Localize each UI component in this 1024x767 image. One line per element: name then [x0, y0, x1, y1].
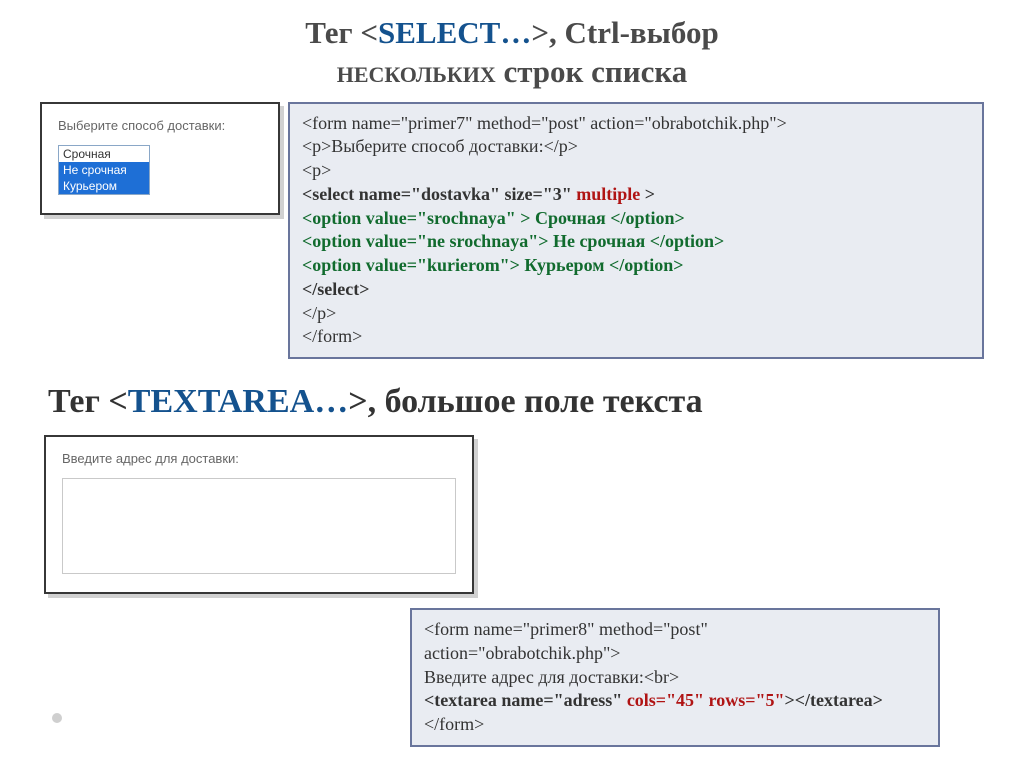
textarea-preview-label: Введите адрес для доставки: [62, 451, 456, 466]
title-text: Тег < [305, 15, 378, 50]
code-line: <form name="primer7" method="post" actio… [302, 112, 970, 136]
code-line: <p>Выберите способ доставки:</p> [302, 135, 970, 159]
code-line: <textarea name="adress" cols="45" rows="… [424, 689, 926, 713]
title-text: Тег < [48, 383, 128, 420]
select-option-selected[interactable]: Не срочная [59, 162, 149, 178]
code-line: </form> [424, 713, 926, 737]
code-line: <p> [302, 159, 970, 183]
code-line: </form> [302, 325, 970, 349]
code-line: <option value="srochnaya" > Срочная </op… [302, 207, 970, 231]
code-line: Введите адрес для доставки:<br> [424, 666, 926, 690]
select-preview-label: Выберите способ доставки: [58, 118, 262, 133]
select-preview-box: Выберите способ доставки: Срочная Не сро… [40, 102, 280, 215]
code-line: action="obrabotchik.php"> [424, 642, 926, 666]
bullet-icon [52, 713, 62, 723]
title-textarea-tag: TEXTAREA… [128, 383, 348, 420]
select-list[interactable]: Срочная Не срочная Курьером [58, 145, 150, 195]
title-text: строк списка [496, 54, 688, 89]
title-select-tag: SELECT… [378, 15, 531, 50]
code-line: <option value="kurierom"> Курьером </opt… [302, 254, 970, 278]
code-box-select: <form name="primer7" method="post" actio… [288, 102, 984, 360]
code-line: </select> [302, 278, 970, 302]
select-option-selected[interactable]: Курьером [59, 178, 149, 194]
code-line: <option value="ne srochnaya"> Не срочная… [302, 230, 970, 254]
row-select-example: Выберите способ доставки: Срочная Не сро… [40, 102, 984, 360]
code-line: <form name="primer8" method="post" [424, 618, 926, 642]
slide-title-textarea: Тег <TEXTAREA…>, большое поле текста [48, 383, 984, 421]
title-text: нескольких [337, 54, 496, 89]
title-text: >, большое поле текста [348, 383, 702, 420]
slide-title-select: Тег <SELECT…>, Ctrl-выбор нескольких стр… [40, 14, 984, 92]
code-line: <select name="dostavka" size="3" multipl… [302, 183, 970, 207]
select-option[interactable]: Срочная [59, 146, 149, 162]
textarea-preview-box: Введите адрес для доставки: [44, 435, 474, 594]
code-line: </p> [302, 302, 970, 326]
textarea-field[interactable] [62, 478, 456, 574]
code-box-textarea: <form name="primer8" method="post" actio… [410, 608, 940, 747]
title-text: >, Ctrl-выбор [531, 15, 718, 50]
